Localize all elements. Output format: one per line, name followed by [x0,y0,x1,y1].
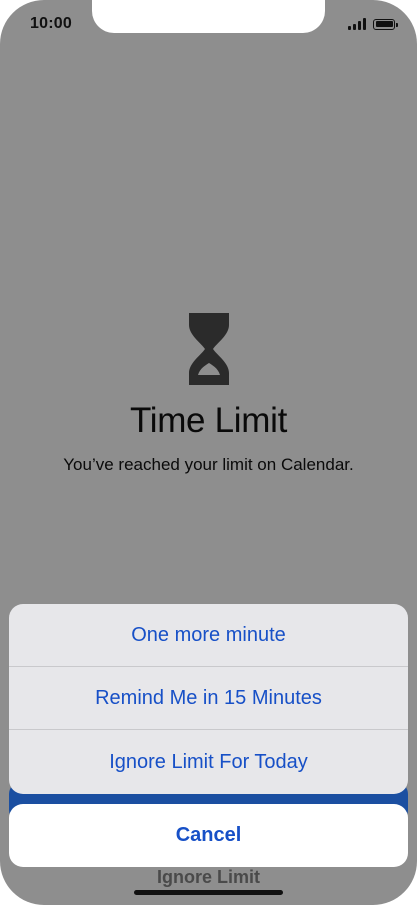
limit-message: You’ve reached your limit on Calendar. [63,455,354,474]
battery-icon [373,18,398,30]
hourglass-icon [189,313,229,385]
ignore-limit-today-button[interactable]: Ignore Limit For Today [9,730,408,794]
one-more-minute-button[interactable]: One more minute [9,604,408,667]
home-indicator[interactable] [134,890,283,895]
ignore-limit-link: Ignore Limit [157,867,260,887]
status-time: 10:00 [30,15,72,32]
status-icons [348,18,398,30]
notch [92,0,325,33]
remind-15-minutes-button[interactable]: Remind Me in 15 Minutes [9,667,408,730]
action-sheet: One more minute Remind Me in 15 Minutes … [9,604,408,794]
phone-screen: 10:00 Time Limit You’ve reached your lim… [0,0,417,905]
signal-icon [348,18,366,30]
page-title: Time Limit [129,401,288,440]
cancel-button[interactable]: Cancel [9,804,408,867]
